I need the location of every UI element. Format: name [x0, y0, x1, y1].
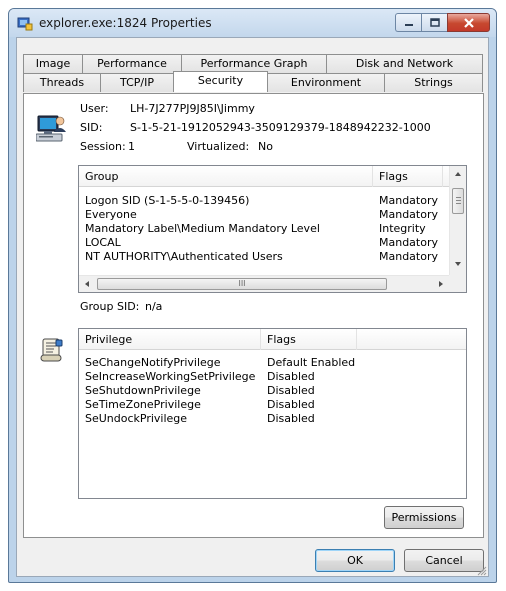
session-value: 1: [128, 140, 135, 153]
security-tab-panel: User: LH-7J277PJ9J85I\Jimmy SID: S-1-5-2…: [23, 93, 484, 538]
privileges-list[interactable]: Privilege Flags SeChangeNotifyPrivilege …: [78, 328, 467, 499]
caption-buttons: [395, 13, 490, 32]
sid-label: SID:: [80, 121, 103, 134]
groups-column-flags[interactable]: Flags: [373, 166, 443, 187]
privileges-column-privilege[interactable]: Privilege: [79, 329, 261, 350]
minimize-icon: [404, 23, 413, 26]
scroll-up-icon[interactable]: [455, 172, 461, 176]
tab-threads[interactable]: Threads: [23, 73, 101, 92]
close-icon: [463, 17, 474, 28]
virtualized-value: No: [258, 140, 273, 153]
group-flags: Integrity: [379, 222, 426, 235]
privilege-flags: Disabled: [267, 398, 315, 411]
tab-tcpip[interactable]: TCP/IP: [100, 73, 174, 92]
maximize-icon: [429, 18, 440, 27]
tab-environment[interactable]: Environment: [267, 73, 385, 92]
group-name: Everyone: [85, 208, 137, 221]
group-row[interactable]: Logon SID (S-1-5-5-0-139456) Mandatory: [79, 194, 466, 208]
user-value: LH-7J277PJ9J85I\Jimmy: [130, 102, 255, 115]
privilege-row[interactable]: SeShutdownPrivilege Disabled: [79, 384, 466, 398]
privilege-row[interactable]: SeUndockPrivilege Disabled: [79, 412, 466, 426]
tab-performance[interactable]: Performance: [82, 54, 182, 73]
scroll-right-icon[interactable]: [439, 281, 443, 287]
scroll-down-icon[interactable]: [455, 262, 461, 266]
group-row[interactable]: Everyone Mandatory: [79, 208, 466, 222]
group-flags: Mandatory: [379, 236, 439, 249]
group-name: Mandatory Label\Medium Mandatory Level: [85, 222, 320, 235]
groups-vertical-scrollbar[interactable]: [449, 166, 466, 275]
group-row[interactable]: LOCAL Mandatory: [79, 236, 466, 250]
privilege-flags: Disabled: [267, 370, 315, 383]
permissions-button[interactable]: Permissions: [384, 506, 464, 529]
sid-value: S-1-5-21-1912052943-3509129379-184894223…: [130, 121, 431, 134]
user-label: User:: [80, 102, 109, 115]
privileges-header: Privilege Flags: [79, 329, 466, 350]
close-button[interactable]: [447, 13, 490, 32]
groups-column-group[interactable]: Group: [79, 166, 373, 187]
privileges-column-flags[interactable]: Flags: [261, 329, 357, 350]
groups-horizontal-scrollbar[interactable]: III: [79, 275, 451, 292]
group-sid-label: Group SID:: [80, 300, 140, 313]
group-sid-value: n/a: [145, 300, 163, 313]
scroll-left-icon[interactable]: [85, 281, 89, 287]
groups-hscroll-thumb[interactable]: III: [97, 278, 387, 290]
tab-image[interactable]: Image: [23, 54, 83, 73]
groups-vscroll-thumb[interactable]: [452, 188, 464, 214]
tab-disk-and-network[interactable]: Disk and Network: [326, 54, 483, 73]
scroll-corner: [449, 275, 466, 292]
group-row[interactable]: Mandatory Label\Medium Mandatory Level I…: [79, 222, 466, 236]
properties-window: explorer.exe:1824 Properties Image Perfo…: [8, 8, 497, 583]
privilege-name: SeIncreaseWorkingSetPrivilege: [85, 370, 256, 383]
group-flags: Mandatory: [379, 208, 439, 221]
session-label: Session:: [80, 140, 126, 153]
minimize-button[interactable]: [395, 13, 421, 32]
virtualized-label: Virtualized:: [187, 140, 250, 153]
privilege-flags: Default Enabled: [267, 356, 356, 369]
privilege-name: SeShutdownPrivilege: [85, 384, 201, 397]
privilege-flags: Disabled: [267, 384, 315, 397]
group-flags: Mandatory: [379, 194, 439, 207]
privilege-name: SeChangeNotifyPrivilege: [85, 356, 221, 369]
window-title: explorer.exe:1824 Properties: [39, 16, 212, 30]
privilege-row[interactable]: SeChangeNotifyPrivilege Default Enabled: [79, 356, 466, 370]
size-grip-icon[interactable]: [475, 564, 487, 579]
process-explorer-icon: [17, 15, 33, 31]
privileges-scroll-icon: [39, 337, 65, 366]
dialog-client: Image Performance Performance Graph Disk…: [16, 37, 489, 577]
group-name: LOCAL: [85, 236, 121, 249]
tab-strings[interactable]: Strings: [384, 73, 483, 92]
group-name: NT AUTHORITY\Authenticated Users: [85, 250, 283, 263]
group-row[interactable]: NT AUTHORITY\Authenticated Users Mandato…: [79, 250, 466, 264]
ok-button[interactable]: OK: [315, 549, 395, 572]
privilege-name: SeUndockPrivilege: [85, 412, 188, 425]
tab-row-bottom: Threads TCP/IP Security Environment Stri…: [23, 71, 483, 92]
privilege-flags: Disabled: [267, 412, 315, 425]
privilege-row[interactable]: SeIncreaseWorkingSetPrivilege Disabled: [79, 370, 466, 384]
group-name: Logon SID (S-1-5-5-0-139456): [85, 194, 250, 207]
groups-header: Group Flags: [79, 166, 450, 187]
user-computer-icon: [35, 112, 68, 147]
tab-security[interactable]: Security: [173, 71, 268, 92]
privilege-row[interactable]: SeTimeZonePrivilege Disabled: [79, 398, 466, 412]
group-flags: Mandatory: [379, 250, 439, 263]
groups-list[interactable]: Group Flags Logon SID (S-1-5-5-0-139456)…: [78, 165, 467, 293]
cancel-button[interactable]: Cancel: [404, 549, 484, 572]
privilege-name: SeTimeZonePrivilege: [85, 398, 201, 411]
title-bar[interactable]: explorer.exe:1824 Properties: [9, 9, 496, 37]
maximize-button[interactable]: [421, 13, 447, 32]
